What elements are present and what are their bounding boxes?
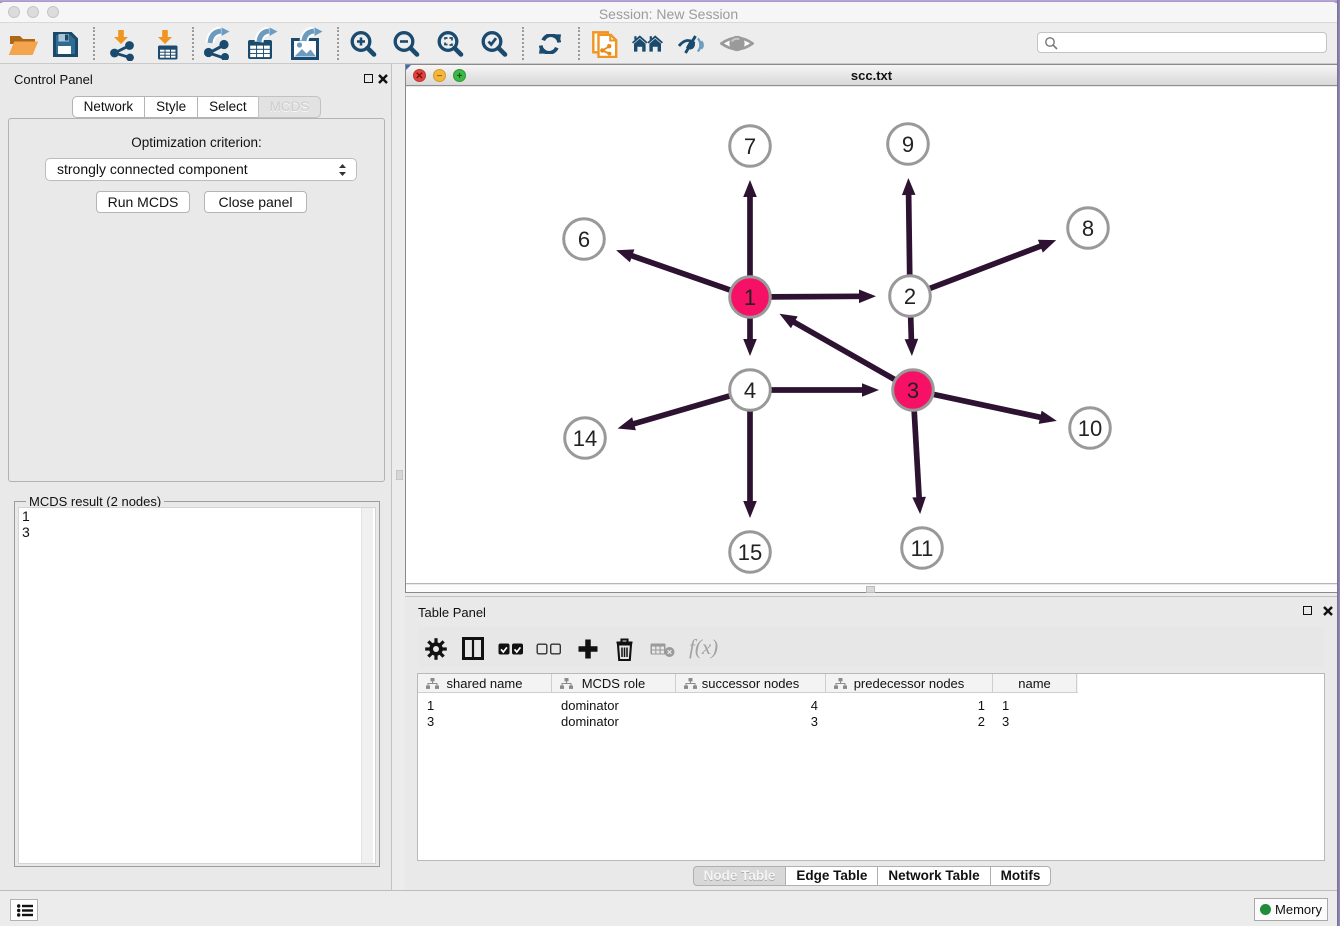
svg-text:9: 9 [902,132,914,157]
svg-text:10: 10 [1078,416,1102,441]
svg-text:2: 2 [904,284,916,309]
svg-text:1: 1 [744,285,756,310]
svg-text:14: 14 [573,426,597,451]
svg-text:11: 11 [911,536,934,561]
svg-text:7: 7 [744,134,756,159]
svg-text:3: 3 [907,378,919,403]
svg-text:6: 6 [578,227,590,252]
svg-text:8: 8 [1082,216,1094,241]
svg-text:4: 4 [744,378,756,403]
svg-text:15: 15 [738,540,762,565]
